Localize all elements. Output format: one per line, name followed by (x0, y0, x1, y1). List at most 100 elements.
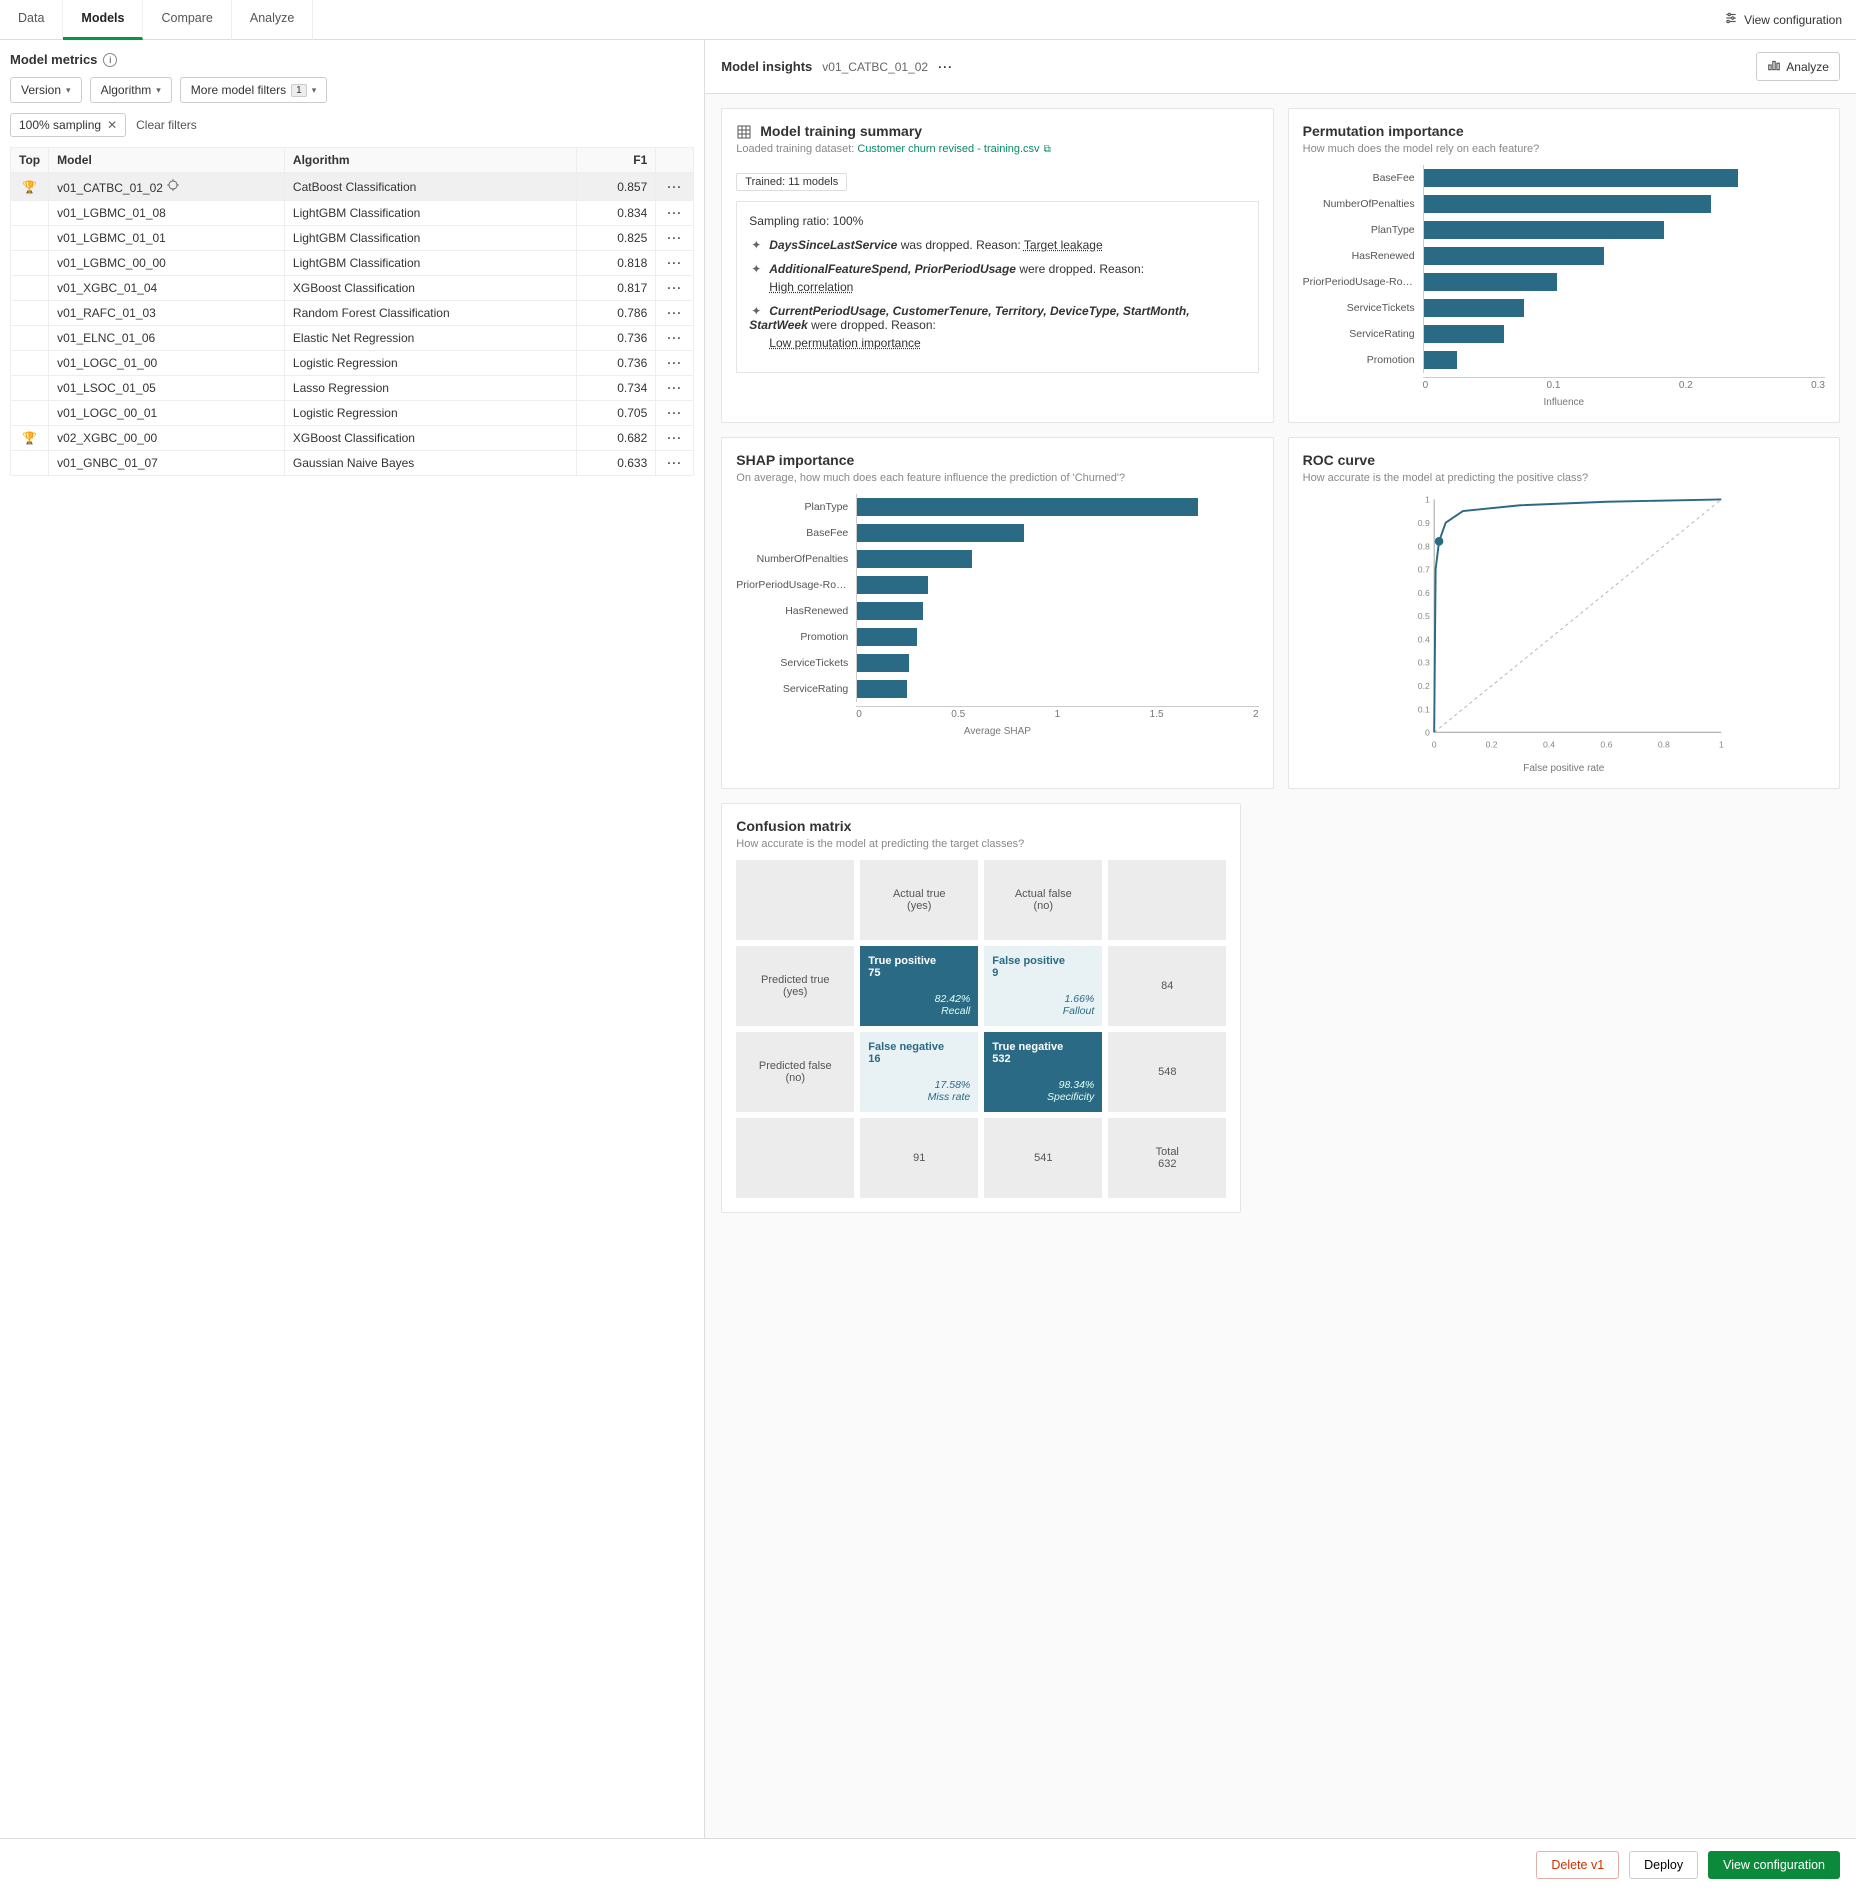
cm-title: Confusion matrix (736, 818, 1226, 834)
row-menu[interactable]: ··· (656, 201, 694, 226)
row-menu[interactable]: ··· (656, 251, 694, 276)
perm-title: Permutation importance (1303, 123, 1825, 139)
bar-fill (857, 654, 909, 672)
view-config-label: View configuration (1744, 13, 1842, 27)
svg-text:0.9: 0.9 (1417, 518, 1429, 528)
svg-text:0: 0 (1431, 740, 1436, 750)
svg-text:1: 1 (1425, 495, 1430, 505)
bar-fill (1424, 299, 1524, 317)
row-menu[interactable]: ··· (656, 451, 694, 476)
f1-cell: 0.857 (577, 173, 656, 201)
main-tabs: DataModelsCompareAnalyze (0, 0, 313, 40)
col-algorithm[interactable]: Algorithm (284, 148, 576, 173)
cm-cell: Total632 (1108, 1118, 1226, 1198)
bar-row: HasRenewed (736, 598, 1258, 624)
row-menu[interactable]: ··· (656, 173, 694, 201)
bar-fill (1424, 169, 1738, 187)
col-f1[interactable]: F1 (577, 148, 656, 173)
table-row[interactable]: v01_XGBC_01_04 XGBoost Classification0.8… (11, 276, 694, 301)
table-row[interactable]: v01_LOGC_01_00 Logistic Regression0.736·… (11, 351, 694, 376)
tab-data[interactable]: Data (0, 0, 63, 40)
table-row[interactable]: v01_LGBMC_01_01 LightGBM Classification0… (11, 226, 694, 251)
bar-fill (1424, 247, 1605, 265)
cm-cell: 91 (860, 1118, 978, 1198)
svg-text:0.2: 0.2 (1485, 740, 1497, 750)
confusion-matrix-card: Confusion matrix How accurate is the mod… (721, 803, 1241, 1213)
crosshair-icon[interactable] (166, 178, 180, 192)
algorithm-cell: XGBoost Classification (284, 426, 576, 451)
col-model[interactable]: Model (49, 148, 285, 173)
view-configuration-link[interactable]: View configuration (1710, 3, 1856, 36)
cm-cell: False negative1617.58%Miss rate (860, 1032, 978, 1112)
model-cell: v01_LGBMC_00_00 (49, 251, 285, 276)
table-row[interactable]: 🏆v01_CATBC_01_02 CatBoost Classification… (11, 173, 694, 201)
bar-row: NumberOfPenalties (1303, 191, 1825, 217)
sparkle-icon: ✦ (749, 262, 763, 276)
sampling-chip[interactable]: 100% sampling✕ (10, 113, 126, 137)
tab-models[interactable]: Models (63, 0, 143, 40)
bar-row: BaseFee (1303, 165, 1825, 191)
algorithm-cell: LightGBM Classification (284, 251, 576, 276)
table-row[interactable]: 🏆v02_XGBC_00_00 XGBoost Classification0.… (11, 426, 694, 451)
f1-cell: 0.734 (577, 376, 656, 401)
svg-text:0.6: 0.6 (1417, 588, 1429, 598)
deploy-button[interactable]: Deploy (1629, 1851, 1698, 1879)
table-row[interactable]: v01_GNBC_01_07 Gaussian Naive Bayes0.633… (11, 451, 694, 476)
bar-row: PriorPeriodUsage-Rou... (1303, 269, 1825, 295)
col-top[interactable]: Top (11, 148, 49, 173)
algorithm-cell: Elastic Net Regression (284, 326, 576, 351)
model-cell: v01_LGBMC_01_08 (49, 201, 285, 226)
view-configuration-button[interactable]: View configuration (1708, 1851, 1840, 1879)
tab-analyze[interactable]: Analyze (232, 0, 313, 40)
bar-fill (1424, 351, 1457, 369)
f1-cell: 0.736 (577, 351, 656, 376)
cm-cell: Actual false(no) (984, 860, 1102, 940)
table-row[interactable]: v01_LOGC_00_01 Logistic Regression0.705·… (11, 401, 694, 426)
topbar: DataModelsCompareAnalyze View configurat… (0, 0, 1856, 40)
footer: Delete v1 Deploy View configuration (0, 1838, 1856, 1891)
bar-label: ServiceRating (1303, 328, 1423, 340)
row-menu[interactable]: ··· (656, 276, 694, 301)
svg-text:0.2: 0.2 (1417, 681, 1429, 691)
table-row[interactable]: v01_LSOC_01_05 Lasso Regression0.734··· (11, 376, 694, 401)
dataset-link[interactable]: Customer churn revised - training.csv (857, 143, 1039, 155)
analyze-button[interactable]: Analyze (1756, 52, 1840, 81)
svg-text:0.4: 0.4 (1543, 740, 1555, 750)
row-menu[interactable]: ··· (656, 401, 694, 426)
model-cell: v01_GNBC_01_07 (49, 451, 285, 476)
bar-fill (857, 576, 927, 594)
clear-filters-link[interactable]: Clear filters (136, 118, 197, 132)
bar-fill (857, 524, 1024, 542)
bar-label: PriorPeriodUsage-Rou... (736, 579, 856, 591)
algorithm-cell: Random Forest Classification (284, 301, 576, 326)
f1-cell: 0.834 (577, 201, 656, 226)
svg-text:0.8: 0.8 (1657, 740, 1669, 750)
row-menu[interactable]: ··· (656, 226, 694, 251)
permutation-importance-card: Permutation importance How much does the… (1288, 108, 1840, 423)
tab-compare[interactable]: Compare (143, 0, 231, 40)
version-filter[interactable]: Version▾ (10, 77, 82, 103)
row-menu[interactable]: ··· (656, 351, 694, 376)
more-filters[interactable]: More model filters1▾ (180, 77, 327, 103)
roc-xlabel: False positive rate (1303, 763, 1825, 774)
close-icon[interactable]: ✕ (107, 118, 117, 132)
info-icon[interactable]: i (103, 53, 117, 67)
shap-sub: On average, how much does each feature i… (736, 472, 1258, 484)
table-row[interactable]: v01_LGBMC_01_08 LightGBM Classification0… (11, 201, 694, 226)
table-row[interactable]: v01_RAFC_01_03 Random Forest Classificat… (11, 301, 694, 326)
f1-cell: 0.705 (577, 401, 656, 426)
algorithm-filter[interactable]: Algorithm▾ (90, 77, 172, 103)
algorithm-cell: Gaussian Naive Bayes (284, 451, 576, 476)
svg-text:1: 1 (1718, 740, 1723, 750)
table-row[interactable]: v01_LGBMC_00_00 LightGBM Classification0… (11, 251, 694, 276)
row-menu[interactable]: ··· (656, 376, 694, 401)
insights-menu[interactable]: ··· (938, 60, 953, 74)
sliders-icon (1724, 11, 1738, 28)
cm-cell (1108, 860, 1226, 940)
table-row[interactable]: v01_ELNC_01_06 Elastic Net Regression0.7… (11, 326, 694, 351)
row-menu[interactable]: ··· (656, 326, 694, 351)
delete-button[interactable]: Delete v1 (1536, 1851, 1619, 1879)
roc-curve-card: ROC curve How accurate is the model at p… (1288, 437, 1840, 789)
row-menu[interactable]: ··· (656, 301, 694, 326)
row-menu[interactable]: ··· (656, 426, 694, 451)
